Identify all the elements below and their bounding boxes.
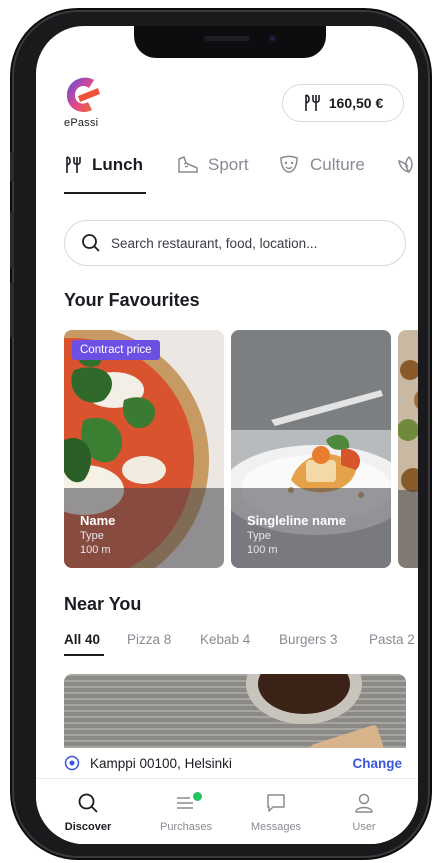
- current-address: Kamppi 00100, Helsinki: [90, 755, 232, 771]
- app-logo[interactable]: ePassi: [64, 76, 112, 129]
- filter-pizza[interactable]: Pizza 8: [127, 632, 171, 647]
- favourite-card[interactable]: Contract price Name Type 100 m: [64, 330, 224, 568]
- nav-purchases[interactable]: Purchases: [146, 791, 226, 833]
- mute-switch: [10, 152, 14, 182]
- filter-all[interactable]: All 40: [64, 632, 100, 647]
- near-you-filters: All 40 Pizza 8 Kebab 4 Burgers 3 Pasta 2: [64, 632, 418, 656]
- favourite-card[interactable]: Singleline name Type 100 m: [231, 330, 391, 568]
- salad-image: [398, 330, 418, 568]
- category-tabs: Lunch Sport Culture: [64, 150, 418, 194]
- card-type: Type: [247, 530, 271, 542]
- nav-user[interactable]: User: [324, 791, 404, 833]
- balance-amount: 160,50 €: [328, 95, 384, 111]
- contract-price-badge: Contract price: [72, 340, 160, 360]
- change-location-button[interactable]: Change: [352, 756, 402, 771]
- bottom-navigation: Discover Purchases Messages User: [36, 778, 418, 844]
- search-icon: [78, 793, 98, 813]
- notification-dot: [193, 792, 202, 801]
- logo-wordmark: ePassi: [64, 117, 99, 129]
- nav-label: Purchases: [160, 821, 212, 833]
- nav-messages[interactable]: Messages: [236, 791, 316, 833]
- favourites-title: Your Favourites: [64, 290, 200, 310]
- card-overlay: [231, 488, 391, 568]
- card-overlay: [64, 488, 224, 568]
- notch: [134, 26, 326, 58]
- sport-shoe-icon: [178, 156, 198, 173]
- volume-up-button: [10, 212, 14, 268]
- search-placeholder: Search restaurant, food, location...: [111, 235, 318, 251]
- filter-burgers[interactable]: Burgers 3: [279, 632, 338, 647]
- location-bar: Kamppi 00100, Helsinki Change: [36, 748, 418, 778]
- nav-discover[interactable]: Discover: [48, 791, 128, 833]
- card-name: Name: [80, 513, 116, 528]
- earpiece: [204, 36, 250, 41]
- lotus-icon: [398, 155, 413, 174]
- epassi-logo-icon: [66, 77, 100, 113]
- nav-label: User: [352, 821, 376, 833]
- tab-label: Culture: [310, 155, 365, 174]
- card-name: Singleline name: [247, 513, 346, 528]
- search-icon: [82, 234, 100, 252]
- nav-label: Messages: [250, 821, 302, 833]
- balance-button[interactable]: 160,50 €: [282, 84, 404, 122]
- filter-pasta[interactable]: Pasta 2: [369, 632, 415, 647]
- card-distance: 100 m: [80, 544, 111, 556]
- search-input[interactable]: Search restaurant, food, location...: [64, 220, 406, 266]
- card-type: Type: [80, 530, 104, 542]
- active-tab-indicator: [64, 192, 146, 194]
- app-screen: ePassi 160,50 € Lunch Sport Culture Sear…: [36, 26, 418, 844]
- nav-label: Discover: [64, 821, 112, 833]
- fork-knife-icon: [66, 156, 81, 173]
- front-camera: [268, 34, 277, 43]
- favourite-card[interactable]: [398, 330, 418, 568]
- tab-culture[interactable]: Culture: [278, 150, 365, 180]
- fork-knife-icon: [304, 94, 320, 111]
- filter-kebab[interactable]: Kebab 4: [200, 632, 250, 647]
- card-distance: 100 m: [247, 544, 278, 556]
- user-icon: [355, 793, 373, 813]
- theater-mask-icon: [280, 155, 298, 173]
- chat-bubble-icon: [267, 794, 285, 812]
- tab-wellbeing[interactable]: [396, 150, 418, 180]
- location-target-icon: [64, 755, 80, 771]
- tab-lunch[interactable]: Lunch: [64, 150, 143, 180]
- active-filter-indicator: [64, 654, 104, 656]
- tab-label: Lunch: [92, 155, 143, 174]
- volume-down-button: [10, 282, 14, 338]
- tab-label: Sport: [208, 155, 249, 174]
- near-you-title: Near You: [64, 594, 142, 614]
- tab-sport[interactable]: Sport: [176, 150, 249, 180]
